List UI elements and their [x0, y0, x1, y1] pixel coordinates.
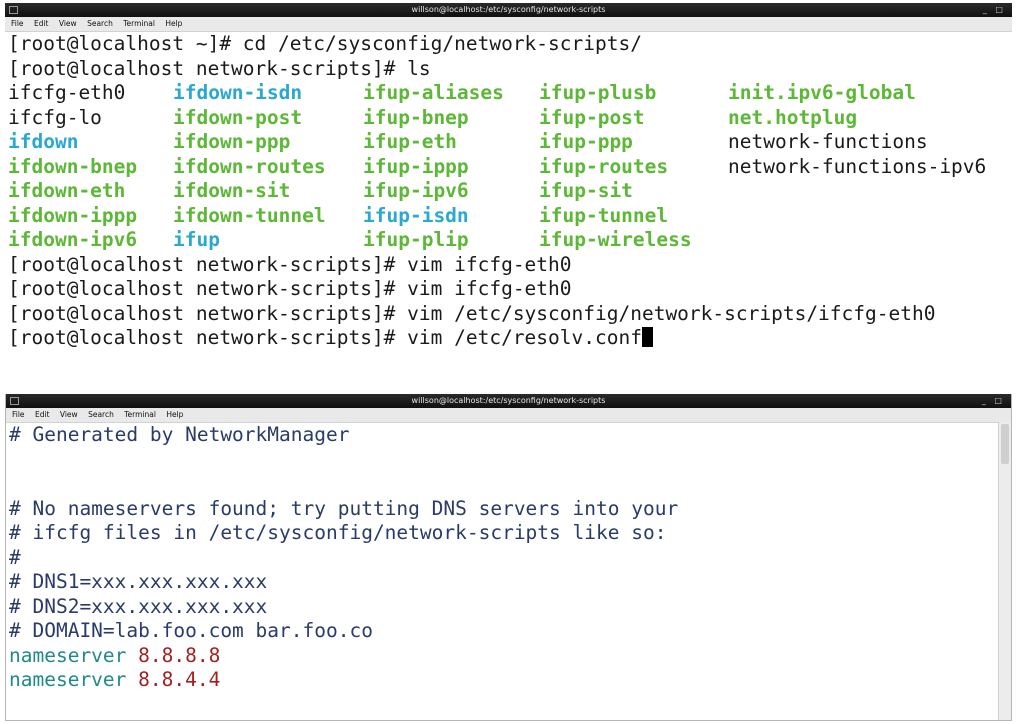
window-controls[interactable]: _ □ [982, 394, 1005, 408]
ls-row: ifcfg-eth0 ifdown-isdn ifup-aliases ifup-pl… [8, 81, 1012, 106]
ls-output: ifcfg-eth0 ifdown-isdn ifup-aliases ifup-pl… [8, 81, 1012, 253]
menu-view[interactable]: View [59, 19, 77, 28]
terminal-output[interactable]: [root@localhost ~]# cd /etc/sysconfig/ne… [5, 32, 1012, 351]
ls-entry: ifdown-eth [8, 179, 126, 202]
terminal-app-icon [9, 6, 18, 14]
terminal-line: [root@localhost network-scripts]# ls [8, 56, 431, 80]
ls-entry: network-functions [728, 130, 928, 153]
ls-entry: ifup-aliases [363, 81, 504, 104]
ls-entry: ifdown-ppp [173, 130, 291, 153]
ls-entry: ifup-post [539, 105, 645, 129]
nameserver-keyword: nameserver [9, 668, 127, 691]
menu-terminal[interactable]: Terminal [124, 410, 156, 419]
title-bar[interactable]: willson@localhost:/etc/sysconfig/network… [5, 3, 1012, 17]
ls-entry: ifup-sit [539, 179, 633, 202]
menu-edit[interactable]: Edit [34, 19, 49, 28]
ls-entry: ifup-tunnel [539, 203, 669, 227]
menu-bar: File Edit View Search Terminal Help [6, 408, 1011, 423]
ls-entry [728, 204, 998, 229]
ls-row: ifdown ifdown-ppp ifup-eth ifup-ppp network-… [8, 130, 1012, 155]
ls-entry: net.hotplug [728, 105, 858, 129]
terminal-window-top[interactable]: willson@localhost:/etc/sysconfig/network… [5, 3, 1012, 378]
terminal-line: [root@localhost ~]# cd /etc/sysconfig/ne… [8, 32, 642, 55]
menu-file[interactable]: File [11, 19, 24, 28]
ls-row: ifcfg-lo ifdown-post ifup-bnep ifup-post net… [8, 106, 1012, 131]
menu-edit[interactable]: Edit [35, 410, 50, 419]
ls-entry: ifup-eth [363, 130, 457, 153]
menu-search[interactable]: Search [88, 410, 114, 419]
nameserver-line: nameserver 8.8.4.4 [9, 668, 1011, 693]
ls-entry [728, 228, 998, 253]
ls-entry: ifup-isdn [363, 203, 469, 227]
scrollbar[interactable] [998, 422, 1011, 720]
ls-entry: ifdown-isdn [173, 81, 303, 104]
ls-entry: ifcfg-lo [8, 105, 102, 129]
nameserver-line: nameserver 8.8.8.8 [9, 644, 1011, 669]
ls-row: ifdown-ipv6 ifup ifup-plip ifup-wireless [8, 228, 1012, 253]
current-command: [root@localhost network-scripts]# vim /e… [8, 326, 642, 349]
scrollbar-thumb[interactable] [1001, 424, 1009, 464]
ls-entry [728, 179, 998, 204]
title-bar[interactable]: willson@localhost:/etc/sysconfig/network… [6, 394, 1011, 408]
comment-line: # DNS2=xxx.xxx.xxx.xxx [9, 594, 268, 618]
comment-line: # DOMAIN=lab.foo.com bar.foo.co [9, 619, 373, 642]
ls-entry: ifup-bnep [363, 105, 469, 129]
terminal-line: [root@localhost network-scripts]# vim /e… [8, 301, 936, 325]
ls-entry: ifup-plip [363, 228, 469, 251]
terminal-line: [root@localhost network-scripts]# vim if… [8, 252, 572, 276]
ls-entry: ifdown-sit [173, 179, 291, 202]
terminal-prompt-line[interactable]: [root@localhost network-scripts]# vim /e… [8, 326, 1012, 351]
nameserver-keyword: nameserver [9, 643, 127, 667]
ls-entry: ifup-plusb [539, 81, 657, 104]
ls-row: ifdown-eth ifdown-sit ifup-ipv6 ifup-sit [8, 179, 1012, 204]
text-cursor [641, 327, 653, 347]
terminal-app-icon [10, 397, 19, 405]
ls-entry: ifdown-ipv6 [8, 228, 138, 251]
window-title: willson@localhost:/etc/sysconfig/network… [411, 5, 606, 14]
menu-search[interactable]: Search [87, 19, 113, 28]
nameserver-ip: 8.8.8.8 [138, 643, 221, 667]
comment-line: # ifcfg files in /etc/sysconfig/network-… [9, 521, 667, 544]
window-controls[interactable]: _ □ [983, 3, 1006, 17]
terminal-window-vim[interactable]: willson@localhost:/etc/sysconfig/network… [5, 394, 1012, 721]
vim-buffer[interactable]: # Generated by NetworkManager # No names… [6, 423, 1011, 693]
menu-help[interactable]: Help [165, 19, 182, 28]
ls-entry: ifdown-bnep [8, 154, 138, 178]
ls-entry: ifup-ppp [539, 130, 633, 153]
ls-entry: ifcfg-eth0 [8, 81, 126, 104]
comment-line: # DNS1=xxx.xxx.xxx.xxx [9, 570, 268, 593]
ls-entry: ifup-ippp [363, 154, 469, 178]
ls-entry: ifup-wireless [539, 228, 692, 251]
ls-entry: network-functions-ipv6 [728, 154, 987, 178]
window-title: willson@localhost:/etc/sysconfig/network… [411, 396, 606, 405]
menu-help[interactable]: Help [166, 410, 183, 419]
ls-entry: ifdown-tunnel [173, 203, 326, 227]
ls-entry: init.ipv6-global [728, 81, 916, 104]
menu-file[interactable]: File [12, 410, 25, 419]
ls-entry: ifdown [8, 130, 79, 153]
menu-bar: File Edit View Search Terminal Help [5, 17, 1012, 32]
ls-row: ifdown-bnep ifdown-routes ifup-ippp ifup-ro… [8, 155, 1012, 180]
comment-line: # [9, 545, 21, 569]
ls-entry: ifup-ipv6 [363, 179, 469, 202]
ls-entry: ifdown-routes [173, 154, 326, 178]
terminal-line: [root@localhost network-scripts]# vim if… [8, 277, 572, 300]
menu-terminal[interactable]: Terminal [123, 19, 155, 28]
comment-line: # No nameservers found; try putting DNS … [9, 496, 679, 520]
ls-entry: ifdown-post [173, 105, 303, 129]
ls-entry: ifdown-ippp [8, 203, 138, 227]
ls-entry: ifup [173, 228, 220, 251]
ls-row: ifdown-ippp ifdown-tunnel ifup-isdn ifup-tu… [8, 204, 1012, 229]
menu-view[interactable]: View [60, 410, 78, 419]
nameserver-ip: 8.8.4.4 [138, 668, 221, 691]
ls-entry: ifup-routes [539, 154, 669, 178]
comment-line: # Generated by NetworkManager [9, 423, 350, 446]
